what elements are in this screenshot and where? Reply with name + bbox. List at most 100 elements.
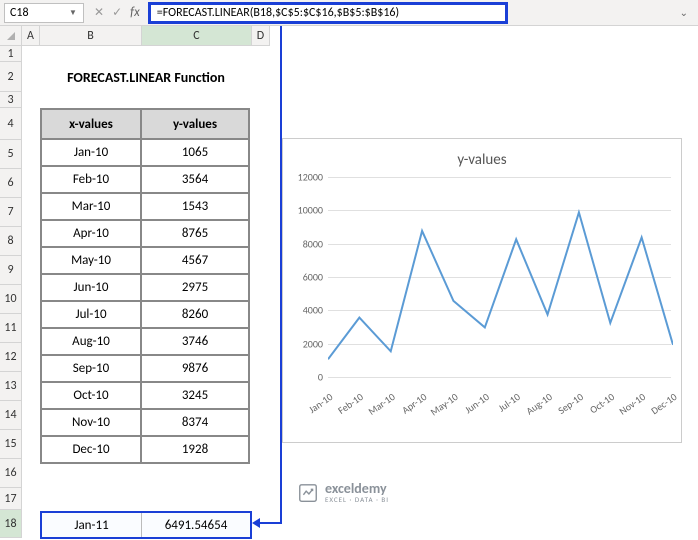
chart-line-svg <box>328 177 673 377</box>
chart-x-labels: Jan-10Feb-10Mar-10Apr-10May-10Jun-10Jul-… <box>328 381 671 421</box>
expand-formula-icon[interactable]: ⌄ <box>674 6 694 19</box>
spreadsheet-grid: A B C D 1 2 3 4 5 6 7 8 9 10 11 12 13 14… <box>0 26 698 540</box>
brand-name: exceldemy <box>325 481 389 496</box>
select-all-corner[interactable] <box>0 26 22 46</box>
cell-y[interactable]: 3564 <box>141 166 249 193</box>
y-tick-label: 4000 <box>288 304 323 317</box>
cell-x[interactable]: Mar-10 <box>41 193 141 220</box>
cell-y[interactable]: 8374 <box>141 409 249 436</box>
cell-y[interactable]: 1543 <box>141 193 249 220</box>
cell-y[interactable]: 8765 <box>141 220 249 247</box>
brand-tagline: EXCEL · DATA · BI <box>325 496 389 504</box>
cell-x[interactable]: Aug-10 <box>41 328 141 355</box>
row-header-1[interactable]: 1 <box>0 46 22 62</box>
x-tick-label: Jun-10 <box>462 390 491 416</box>
arrow-connector-h <box>260 522 282 524</box>
row-header-10[interactable]: 10 <box>0 285 22 314</box>
formula-input[interactable]: =FORECAST.LINEAR(B18,$C$5:$C$16,$B$5:$B$… <box>148 2 508 24</box>
column-headers-row: A B C D <box>0 26 698 46</box>
y-tick-label: 10000 <box>288 204 323 217</box>
row-header-3[interactable]: 3 <box>0 92 22 108</box>
row-header-15[interactable]: 15 <box>0 430 22 459</box>
row-header-2[interactable]: 2 <box>0 62 22 92</box>
cell-x[interactable]: Dec-10 <box>41 436 141 463</box>
cell-x[interactable]: Jul-10 <box>41 301 141 328</box>
formula-controls: ✕ ✓ fx <box>94 5 140 20</box>
fx-icon[interactable]: fx <box>130 5 140 20</box>
grid-line <box>328 377 671 378</box>
cell-x[interactable]: Jun-10 <box>41 274 141 301</box>
cell-y[interactable]: 9876 <box>141 355 249 382</box>
row-header-7[interactable]: 7 <box>0 198 22 227</box>
x-tick-label: Sep-10 <box>555 390 585 417</box>
y-tick-label: 12000 <box>288 171 323 184</box>
cell-x[interactable]: Nov-10 <box>41 409 141 436</box>
col-header-A[interactable]: A <box>22 26 40 46</box>
y-tick-label: 8000 <box>288 237 323 250</box>
row-header-11[interactable]: 11 <box>0 314 22 343</box>
cell-x[interactable]: Oct-10 <box>41 382 141 409</box>
col-header-B[interactable]: B <box>40 26 142 46</box>
x-tick-label: Mar-10 <box>366 390 398 418</box>
x-tick-label: May-10 <box>428 390 461 418</box>
row-headers: 1 2 3 4 5 6 7 8 9 10 11 12 13 14 15 16 1… <box>0 46 22 540</box>
forecast-x: Jan-11 <box>42 513 142 537</box>
exceldemy-icon <box>297 482 319 504</box>
row-header-17[interactable]: 17 <box>0 488 22 510</box>
chevron-down-icon[interactable]: ▼ <box>68 8 78 18</box>
table-row: May-104567 <box>41 247 249 274</box>
row-header-9[interactable]: 9 <box>0 256 22 285</box>
table-header-row: x-values y-values <box>41 109 249 139</box>
row-header-6[interactable]: 6 <box>0 169 22 198</box>
col-header-D[interactable]: D <box>252 26 270 46</box>
cell-x[interactable]: Apr-10 <box>41 220 141 247</box>
row-header-13[interactable]: 13 <box>0 372 22 401</box>
table-row: Jan-101065 <box>41 139 249 166</box>
table-row: Jul-108260 <box>41 301 249 328</box>
chart[interactable]: y-values 020004000600080001000012000 Jan… <box>282 138 682 443</box>
table-row: Sep-109876 <box>41 355 249 382</box>
table-row: Jun-102975 <box>41 274 249 301</box>
x-tick-label: Nov-10 <box>617 390 648 417</box>
cell-y[interactable]: 1928 <box>141 436 249 463</box>
y-tick-label: 2000 <box>288 337 323 350</box>
cell-y[interactable]: 4567 <box>141 247 249 274</box>
page-title: FORECAST.LINEAR Function <box>40 62 252 92</box>
forecast-y: 6491.54654 <box>142 513 250 537</box>
table-row: Oct-103245 <box>41 382 249 409</box>
forecast-row: Jan-11 6491.54654 <box>40 511 252 539</box>
cell-x[interactable]: May-10 <box>41 247 141 274</box>
table-row: Mar-101543 <box>41 193 249 220</box>
row-header-4[interactable]: 4 <box>0 108 22 140</box>
row-header-16[interactable]: 16 <box>0 459 22 488</box>
cell-y[interactable]: 1065 <box>141 139 249 166</box>
x-tick-label: Dec-10 <box>649 390 680 417</box>
name-box[interactable]: C18 ▼ <box>4 3 84 23</box>
check-icon[interactable]: ✓ <box>112 5 122 20</box>
row-header-14[interactable]: 14 <box>0 401 22 430</box>
cancel-icon[interactable]: ✕ <box>94 5 104 20</box>
row-header-8[interactable]: 8 <box>0 227 22 256</box>
table-row: Feb-103564 <box>41 166 249 193</box>
cell-y[interactable]: 2975 <box>141 274 249 301</box>
formula-text: =FORECAST.LINEAR(B18,$C$5:$C$16,$B$5:$B$… <box>157 6 399 20</box>
row-header-5[interactable]: 5 <box>0 140 22 169</box>
y-tick-label: 6000 <box>288 271 323 284</box>
cell-x[interactable]: Feb-10 <box>41 166 141 193</box>
x-tick-label: Aug-10 <box>523 390 554 417</box>
x-tick-label: Apr-10 <box>399 390 429 416</box>
cell-x[interactable]: Jan-10 <box>41 139 141 166</box>
cell-x[interactable]: Sep-10 <box>41 355 141 382</box>
header-x: x-values <box>41 109 141 139</box>
row-header-12[interactable]: 12 <box>0 343 22 372</box>
cell-y[interactable]: 8260 <box>141 301 249 328</box>
x-tick-label: Jan-10 <box>306 390 335 416</box>
cell-y[interactable]: 3746 <box>141 328 249 355</box>
col-header-C[interactable]: C <box>142 26 252 46</box>
row-header-18[interactable]: 18 <box>0 510 22 538</box>
data-table: x-values y-values Jan-101065Feb-103564Ma… <box>40 108 250 464</box>
cell-y[interactable]: 3245 <box>141 382 249 409</box>
cells-area[interactable]: FORECAST.LINEAR Function x-values y-valu… <box>22 46 698 540</box>
chart-title: y-values <box>283 139 681 177</box>
table-row: Aug-103746 <box>41 328 249 355</box>
